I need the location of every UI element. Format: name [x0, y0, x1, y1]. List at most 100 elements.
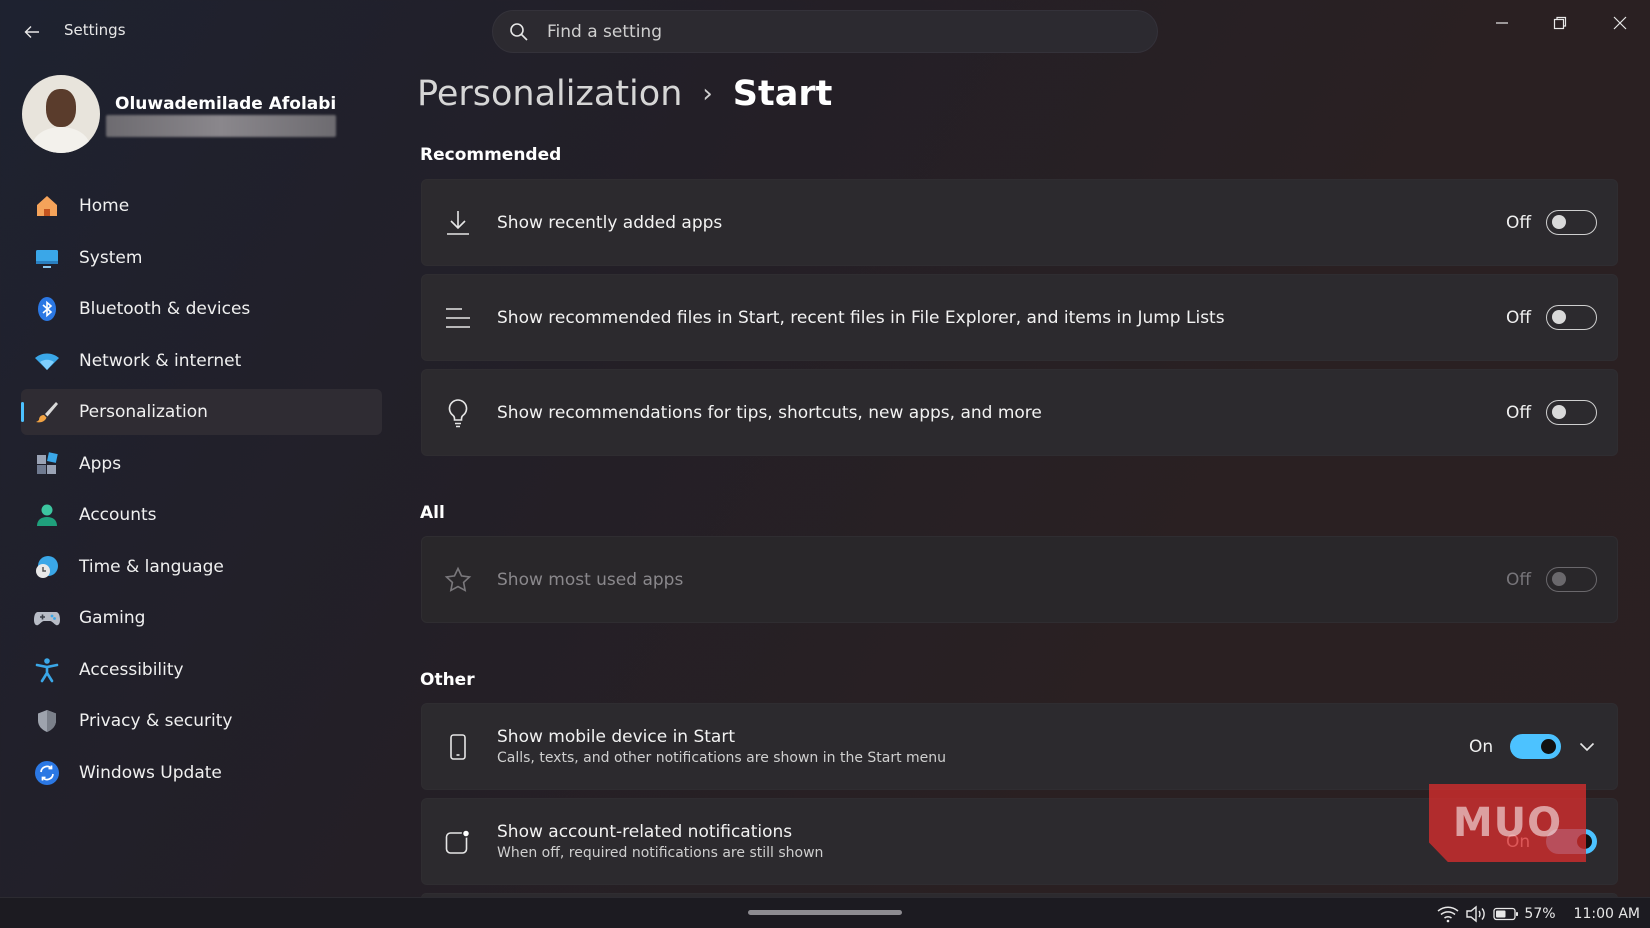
close-icon: [1613, 16, 1627, 30]
sidebar-item-label: Privacy & security: [79, 711, 233, 731]
sidebar-item-accessibility[interactable]: Accessibility: [21, 647, 382, 693]
taskbar: 57% 11:00 AM: [0, 897, 1650, 928]
wifi-icon[interactable]: [1436, 902, 1460, 926]
search-icon: [509, 20, 533, 44]
toggle-knob: [1552, 215, 1566, 229]
section-title-all: All: [420, 503, 445, 523]
breadcrumb: Personalization › Start: [417, 74, 832, 114]
section-title-recommended: Recommended: [420, 145, 562, 165]
gamepad-icon: [33, 604, 61, 632]
toggle-knob: [1552, 572, 1566, 586]
toggle-state-label: Off: [1506, 307, 1532, 328]
sidebar-item-label: Personalization: [79, 402, 208, 422]
setting-text: Show account-related notifications When …: [497, 822, 823, 861]
chevron-down-icon[interactable]: [1575, 735, 1599, 759]
sidebar-item-bluetooth[interactable]: Bluetooth & devices: [21, 286, 382, 332]
battery-percent: 57%: [1524, 905, 1556, 922]
sidebar-item-label: System: [79, 247, 143, 268]
shield-icon: [33, 707, 61, 735]
setting-subtitle: Calls, texts, and other notifications ar…: [497, 750, 947, 766]
sidebar-item-system[interactable]: System: [21, 235, 382, 281]
setting-title: Show mobile device in Start: [497, 727, 736, 747]
setting-text: Show most used apps: [497, 570, 683, 590]
user-name: Oluwademilade Afolabi: [115, 94, 337, 114]
sidebar-item-personalization[interactable]: Personalization: [21, 389, 382, 435]
user-email-redacted: [106, 115, 336, 137]
setting-recommendations-tips: Show recommendations for tips, shortcuts…: [421, 369, 1618, 456]
sidebar-item-time-language[interactable]: Time & language: [21, 544, 382, 590]
setting-title: Show recommended files in Start, recent …: [497, 307, 1225, 328]
toggle-knob: [1552, 405, 1566, 419]
recommended-files-toggle[interactable]: [1546, 305, 1597, 330]
back-arrow-icon: [24, 26, 39, 38]
recently-added-apps-toggle[interactable]: [1546, 210, 1597, 235]
setting-most-used-apps: Show most used apps Off: [421, 536, 1618, 623]
clock[interactable]: 11:00 AM: [1574, 906, 1640, 922]
breadcrumb-parent[interactable]: Personalization: [417, 74, 682, 114]
sidebar-item-gaming[interactable]: Gaming: [21, 595, 382, 641]
setting-subtitle: When off, required notifications are sti…: [497, 845, 824, 861]
toggle-state-label: Off: [1506, 212, 1532, 233]
accessibility-icon: [33, 656, 61, 684]
mobile-device-toggle[interactable]: [1510, 734, 1561, 759]
toggle-state-label: Off: [1506, 569, 1532, 590]
brush-icon: [33, 398, 61, 426]
muo-watermark: MUO: [1429, 784, 1586, 862]
sidebar-item-privacy[interactable]: Privacy & security: [21, 698, 382, 744]
volume-icon[interactable]: [1464, 902, 1488, 926]
download-icon: [442, 207, 474, 239]
restore-icon: [1553, 16, 1567, 30]
notification-badge-icon: [442, 826, 474, 858]
setting-title: Show recently added apps: [497, 212, 723, 233]
minimize-button[interactable]: [1482, 6, 1522, 40]
home-icon: [33, 192, 61, 220]
sidebar-item-label: Home: [79, 196, 130, 216]
setting-text: Show recommendations for tips, shortcuts…: [497, 403, 1042, 423]
home-indicator[interactable]: [748, 910, 902, 915]
app-title: Settings: [64, 21, 126, 39]
setting-title: Show recommendations for tips, shortcuts…: [497, 402, 1042, 423]
toggle-state-label: Off: [1506, 402, 1532, 423]
sidebar-item-label: Time & language: [79, 556, 224, 577]
avatar[interactable]: [22, 75, 100, 153]
toggle-knob: [1541, 739, 1556, 754]
sidebar-item-label: Accessibility: [79, 659, 184, 680]
search-input[interactable]: [547, 21, 1127, 42]
restore-button[interactable]: [1540, 6, 1580, 40]
sidebar-item-home[interactable]: Home: [21, 183, 382, 229]
toggle-state-label: On: [1469, 736, 1494, 757]
sidebar-item-network[interactable]: Network & internet: [21, 338, 382, 384]
lightbulb-icon: [442, 397, 474, 429]
setting-title: Show most used apps: [497, 569, 684, 590]
section-title-other: Other: [420, 670, 475, 690]
sidebar-item-label: Network & internet: [79, 350, 242, 371]
bluetooth-icon: [33, 295, 61, 323]
setting-mobile-device[interactable]: Show mobile device in Start Calls, texts…: [421, 703, 1618, 790]
setting-title: Show account-related notifications: [497, 822, 793, 842]
sidebar-item-apps[interactable]: Apps: [21, 441, 382, 487]
setting-text: Show mobile device in Start Calls, texts…: [497, 727, 946, 766]
watermark-text: MUO: [1452, 800, 1563, 846]
page-title: Start: [732, 74, 833, 114]
most-used-apps-toggle: [1546, 567, 1597, 592]
monitor-icon: [33, 244, 61, 272]
breadcrumb-separator: ›: [702, 79, 713, 109]
system-tray[interactable]: 57% 11:00 AM: [1436, 898, 1650, 928]
battery-icon[interactable]: [1492, 902, 1520, 926]
sidebar-item-label: Windows Update: [79, 762, 222, 783]
close-button[interactable]: [1600, 6, 1640, 40]
account-icon: [33, 501, 61, 529]
title-bar: Settings: [0, 0, 1650, 64]
wifi-icon: [33, 347, 61, 375]
minimize-icon: [1496, 22, 1508, 24]
back-button[interactable]: [18, 18, 46, 46]
sidebar-item-windows-update[interactable]: Windows Update: [21, 750, 382, 796]
toggle-knob: [1552, 310, 1566, 324]
sidebar-item-accounts[interactable]: Accounts: [21, 492, 382, 538]
search-box[interactable]: [492, 10, 1158, 53]
apps-icon: [33, 450, 61, 478]
recommendations-tips-toggle[interactable]: [1546, 400, 1597, 425]
setting-text: Show recently added apps: [497, 213, 722, 233]
clock-globe-icon: [33, 553, 61, 581]
sidebar-item-label: Bluetooth & devices: [79, 299, 251, 319]
